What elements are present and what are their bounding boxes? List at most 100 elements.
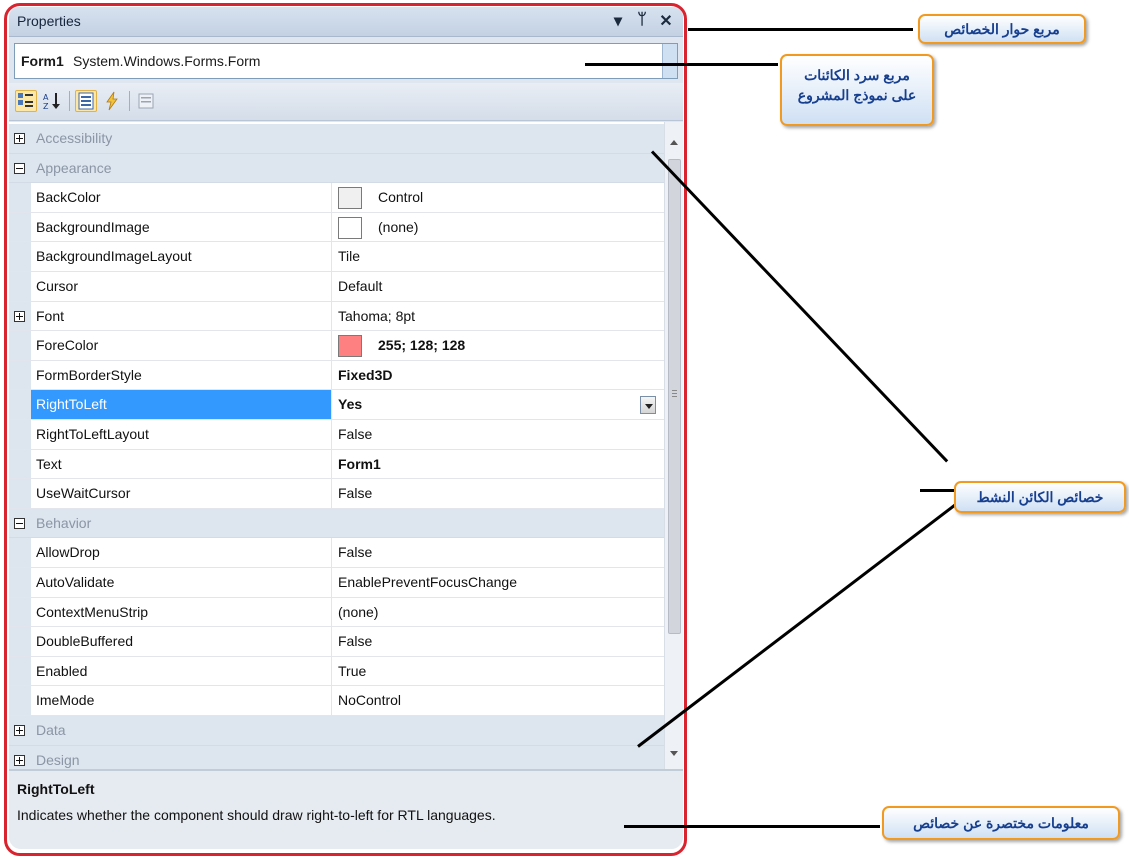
property-row-cursor[interactable]: Cursor Default: [9, 272, 664, 302]
property-row-righttoleftlayout[interactable]: RightToLeftLayout False: [9, 420, 664, 450]
lightning-icon: [106, 91, 118, 111]
property-pages-button[interactable]: [135, 90, 157, 112]
collapse-icon[interactable]: [14, 162, 25, 174]
properties-view-button[interactable]: [75, 90, 97, 112]
property-row-enabled[interactable]: Enabled True: [9, 656, 664, 687]
property-row-backgroundimagelayout[interactable]: BackgroundImageLayout Tile: [9, 242, 664, 272]
object-selector[interactable]: Form1 System.Windows.Forms.Form: [14, 43, 678, 79]
category-appearance[interactable]: Appearance: [9, 153, 664, 184]
property-value[interactable]: EnablePreventFocusChange: [338, 574, 517, 590]
property-row-autovalidate[interactable]: AutoValidate EnablePreventFocusChange: [9, 568, 664, 598]
property-value[interactable]: 255; 128; 128: [378, 337, 465, 353]
callout-brief-info-text: معلومات مختصرة عن خصائص: [913, 815, 1089, 831]
svg-text:A: A: [43, 93, 49, 102]
property-name: ImeMode: [36, 692, 95, 709]
expand-icon[interactable]: [14, 310, 25, 322]
property-name: AutoValidate: [36, 574, 115, 590]
property-name: DoubleBuffered: [36, 633, 134, 650]
annotation-line-props-upper: [650, 150, 949, 463]
property-value[interactable]: False: [338, 426, 372, 442]
property-row-backcolor[interactable]: BackColor Control: [9, 183, 664, 213]
dropdown-arrow-icon[interactable]: [640, 396, 656, 415]
svg-text:Z: Z: [43, 102, 49, 111]
property-name: FormBorderStyle: [36, 366, 142, 383]
property-row-doublebuffered[interactable]: DoubleBuffered False: [9, 627, 664, 657]
property-name: ContextMenuStrip: [36, 603, 149, 620]
window-titlebar: Properties ▾ ᛘ ✕: [9, 7, 683, 37]
callout-window-text: مربع حوار الخصائص: [944, 21, 1060, 37]
property-row-formborderstyle[interactable]: FormBorderStyle Fixed3D: [9, 360, 664, 391]
property-name: BackColor: [36, 189, 101, 206]
property-value[interactable]: Fixed3D: [338, 367, 392, 383]
vertical-scrollbar[interactable]: [664, 122, 683, 769]
callout-active-props: خصائص الكائن النشط: [954, 481, 1126, 513]
expand-icon[interactable]: [14, 133, 25, 144]
category-label: Accessibility: [36, 130, 113, 146]
annotation-line-desc: [624, 825, 880, 828]
property-name: RightToLeftLayout: [36, 426, 149, 442]
property-value[interactable]: False: [338, 633, 372, 649]
scroll-up-icon[interactable]: [670, 140, 678, 145]
sort-az-icon: A Z: [43, 93, 60, 111]
property-value[interactable]: Control: [378, 189, 423, 205]
window-title: Properties: [17, 13, 81, 29]
callout-window: مربع حوار الخصائص: [918, 14, 1086, 44]
expand-icon[interactable]: [14, 754, 25, 766]
property-value[interactable]: False: [338, 485, 372, 501]
property-name: Cursor: [36, 278, 79, 294]
alphabetical-button[interactable]: A Z: [41, 90, 63, 112]
description-title: RightToLeft: [17, 781, 95, 797]
property-row-allowdrop[interactable]: AllowDrop False: [9, 538, 664, 568]
property-value[interactable]: Tahoma; 8pt: [338, 308, 415, 324]
categorized-button[interactable]: [15, 90, 37, 112]
callout-brief-info: معلومات مختصرة عن خصائص: [882, 806, 1120, 840]
scroll-thumb[interactable]: [668, 159, 681, 634]
object-dropdown-button[interactable]: [662, 44, 677, 78]
property-value[interactable]: False: [338, 544, 372, 560]
annotation-line-objects: [585, 63, 778, 66]
category-design[interactable]: Design: [9, 745, 664, 769]
property-value[interactable]: Tile: [338, 248, 360, 264]
property-value[interactable]: True: [338, 663, 366, 679]
property-value[interactable]: Yes: [338, 396, 362, 412]
callout-objects: مربع سرد الكائنات على نموذج المشروع: [780, 54, 934, 126]
property-name: Font: [36, 307, 65, 324]
category-label: Appearance: [36, 159, 112, 176]
description-text: Indicates whether the component should d…: [17, 807, 496, 823]
properties-window: Properties ▾ ᛘ ✕ Form1 System.Windows.Fo…: [9, 7, 683, 849]
property-row-backgroundimage[interactable]: BackgroundImage (none): [9, 212, 664, 243]
property-row-forecolor[interactable]: ForeColor 255; 128; 128: [9, 331, 664, 361]
category-accessibility[interactable]: Accessibility: [9, 124, 664, 154]
categorized-icon: [18, 93, 33, 107]
color-swatch: [338, 335, 362, 358]
property-row-text[interactable]: Text Form1: [9, 449, 664, 480]
property-grid: Accessibility Appearance BackColor Contr…: [9, 122, 664, 769]
category-data[interactable]: Data: [9, 716, 664, 746]
property-pages-icon: [138, 93, 154, 109]
category-behavior[interactable]: Behavior: [9, 508, 664, 539]
object-name: Form1: [21, 53, 64, 69]
property-value[interactable]: Default: [338, 278, 382, 294]
events-button[interactable]: [101, 90, 123, 112]
category-label: Data: [36, 722, 66, 738]
property-value[interactable]: Form1: [338, 456, 381, 472]
property-value[interactable]: (none): [338, 604, 378, 620]
image-swatch: [338, 216, 362, 239]
category-label: Behavior: [36, 514, 92, 531]
property-value[interactable]: NoControl: [338, 692, 401, 708]
scroll-down-icon[interactable]: [670, 751, 678, 756]
property-row-usewaitcursor[interactable]: UseWaitCursor False: [9, 479, 664, 509]
window-menu-icon[interactable]: ▾: [611, 11, 625, 31]
property-row-righttoleft[interactable]: RightToLeft Yes: [9, 390, 664, 420]
properties-toolbar: A Z: [9, 83, 683, 121]
collapse-icon[interactable]: [14, 517, 25, 529]
expand-icon[interactable]: [14, 725, 25, 736]
property-row-imemode[interactable]: ImeMode NoControl: [9, 686, 664, 716]
description-pane: RightToLeft Indicates whether the compon…: [9, 769, 683, 849]
property-row-font[interactable]: Font Tahoma; 8pt: [9, 301, 664, 332]
pin-icon[interactable]: ᛘ: [635, 11, 649, 31]
close-icon[interactable]: ✕: [659, 11, 673, 31]
property-value[interactable]: (none): [378, 219, 418, 235]
property-row-contextmenustrip[interactable]: ContextMenuStrip (none): [9, 597, 664, 628]
property-name: Enabled: [36, 662, 88, 679]
